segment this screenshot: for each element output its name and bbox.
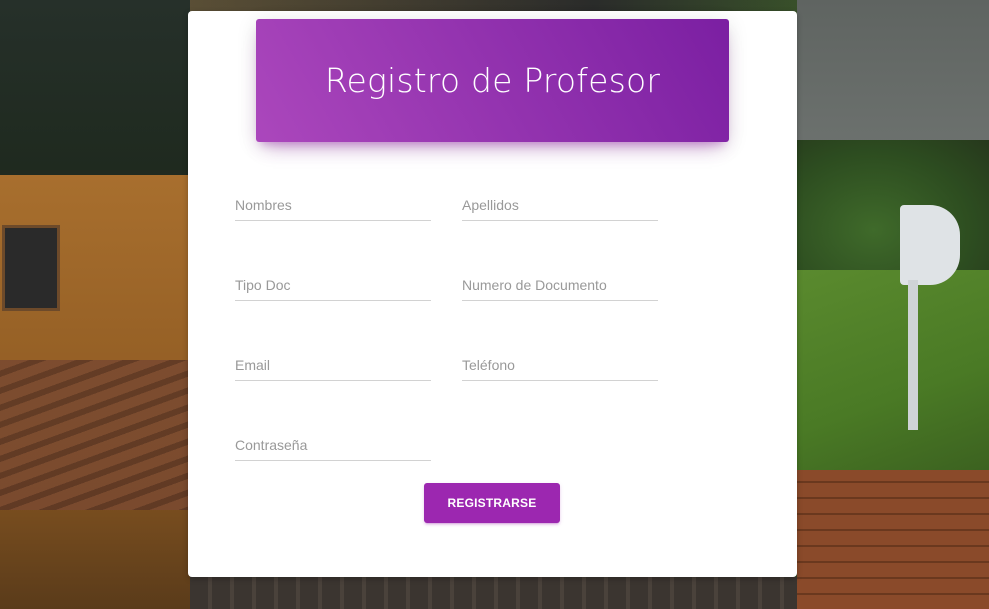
background-street (190, 577, 797, 609)
register-button[interactable]: REGISTRARSE (424, 483, 560, 523)
background-window (2, 225, 60, 311)
background-brick-wall (797, 470, 989, 609)
card-header: Registro de Profesor (256, 19, 729, 142)
contrasena-input[interactable] (235, 434, 431, 456)
nombres-input[interactable] (235, 194, 431, 216)
tipo-doc-field-container (235, 270, 431, 301)
nombres-field-container (235, 190, 431, 221)
registration-card: Registro de Profesor REGISTRARSE (188, 11, 797, 577)
email-field-container (235, 350, 431, 381)
page-title: Registro de Profesor (324, 61, 661, 100)
contrasena-field-container (235, 430, 431, 461)
telefono-field-container (462, 350, 658, 381)
apellidos-input[interactable] (462, 194, 658, 216)
tipo-doc-input[interactable] (235, 274, 431, 296)
numero-documento-field-container (462, 270, 658, 301)
email-input[interactable] (235, 354, 431, 376)
numero-documento-input[interactable] (462, 274, 658, 296)
telefono-input[interactable] (462, 354, 658, 376)
background-trees (797, 140, 989, 290)
background-roof (0, 360, 190, 510)
background-sign-pole (908, 280, 918, 430)
background-lawn (797, 270, 989, 470)
background-signpost (900, 205, 960, 285)
apellidos-field-container (462, 190, 658, 221)
